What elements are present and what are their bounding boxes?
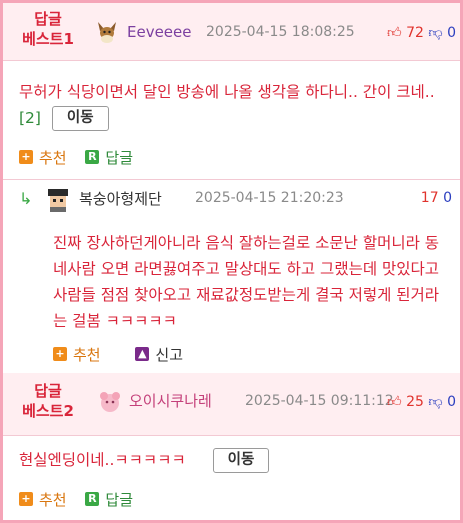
downvote-count: 0: [447, 25, 456, 41]
reply-header: ↳ 복숭아형제단 2025-04-15 21:20:23 17 0: [3, 179, 460, 221]
nickname[interactable]: 복숭아형제단: [79, 188, 162, 209]
recommend-button[interactable]: + 추천: [19, 147, 67, 168]
reply-text: 진짜 장사하던게아니라 음식 잘하는걸로 소문난 할머니라 동네사람 오면 라면…: [53, 234, 440, 330]
eevee-avatar-icon: [98, 22, 116, 43]
comment-actions: + 추천 R 답글: [19, 146, 147, 168]
warning-icon: ▲: [135, 347, 150, 361]
reply-count[interactable]: [2]: [19, 109, 41, 127]
pixel-avatar-icon: [48, 189, 68, 212]
comment-body: 무허가 식당이면서 달인 방송에 나올 생각을 하다니.. 간이 크네..: [19, 83, 435, 101]
comment-text: 무허가 식당이면서 달인 방송에 나올 생각을 하다니.. 간이 크네.. [2…: [19, 79, 444, 131]
best-label-line2: 베스트2: [22, 402, 74, 420]
best-comment-header: 답글 베스트2 오이시쿠나레 2025-04-15 09:11:12 👍︎ 25…: [3, 373, 460, 435]
reply-label: 답글: [105, 148, 133, 167]
recommend-button[interactable]: + 추천: [53, 344, 101, 365]
thumb-up-icon[interactable]: 👍︎: [387, 394, 402, 410]
comment-date: 2025-04-15 09:11:12: [245, 393, 394, 409]
downvote-count: 0: [443, 190, 452, 206]
reply-label: 답글: [105, 490, 133, 509]
reply-arrow-icon: ↳: [19, 189, 33, 208]
avatar[interactable]: [95, 20, 119, 44]
divider: [3, 435, 460, 436]
best-label-line2: 베스트1: [22, 30, 74, 48]
comment-actions: + 추천 R 답글: [19, 488, 147, 510]
comment-date: 2025-04-15 18:08:25: [206, 24, 355, 40]
reply-button[interactable]: R 답글: [85, 489, 133, 510]
vote-counts: 👍︎ 25 👎︎ 0: [387, 393, 456, 410]
best-comment-header: 답글 베스트1 Eeveeee 2025-04-15 18:08:25 👍︎ 7…: [3, 3, 460, 60]
best-label-line1: 답글: [34, 10, 62, 28]
best-label: 답글 베스트1: [7, 9, 89, 49]
plus-icon: +: [53, 347, 67, 361]
recommend-label: 추천: [73, 345, 101, 364]
reply-actions: + 추천 ▲ 신고: [53, 343, 197, 365]
plus-icon: +: [19, 150, 33, 164]
thumb-down-icon[interactable]: 👎︎: [428, 394, 442, 410]
upvote-count: 17: [420, 190, 439, 206]
avatar[interactable]: [45, 187, 69, 212]
r-icon: R: [85, 150, 100, 164]
comment-date: 2025-04-15 21:20:23: [195, 190, 344, 206]
r-icon: R: [85, 492, 100, 506]
recommend-button[interactable]: + 추천: [19, 489, 67, 510]
comment-text: 현실엔딩이네..ㅋㅋㅋㅋㅋ 이동: [19, 447, 444, 473]
thumb-down-icon[interactable]: 👎︎: [428, 25, 442, 41]
reply-button[interactable]: R 답글: [85, 147, 133, 168]
pink-creature-avatar-icon: [100, 392, 120, 412]
comment-panel: 답글 베스트1 Eeveeee 2025-04-15 18:08:25 👍︎ 7…: [0, 0, 463, 523]
thumb-up-icon[interactable]: 👍︎: [387, 25, 402, 41]
upvote-count: 25: [406, 394, 424, 410]
avatar[interactable]: [97, 389, 121, 413]
nickname[interactable]: Eeveeee: [127, 23, 192, 41]
vote-counts: 17 0: [421, 190, 452, 206]
recommend-label: 추천: [39, 148, 67, 167]
report-label: 신고: [155, 345, 183, 364]
nickname[interactable]: 오이시쿠나레: [129, 390, 212, 411]
move-button[interactable]: 이동: [51, 106, 109, 131]
best-label-line1: 답글: [34, 382, 62, 400]
comment-body: 현실엔딩이네..ㅋㅋㅋㅋㅋ: [19, 451, 186, 469]
upvote-count: 72: [406, 25, 424, 41]
move-button[interactable]: 이동: [212, 448, 270, 473]
plus-icon: +: [19, 492, 33, 506]
downvote-count: 0: [447, 394, 456, 410]
report-button[interactable]: ▲ 신고: [135, 344, 183, 365]
divider: [3, 60, 460, 61]
best-label: 답글 베스트2: [7, 381, 89, 421]
recommend-label: 추천: [39, 490, 67, 509]
vote-counts: 👍︎ 72 👎︎ 0: [387, 24, 456, 41]
